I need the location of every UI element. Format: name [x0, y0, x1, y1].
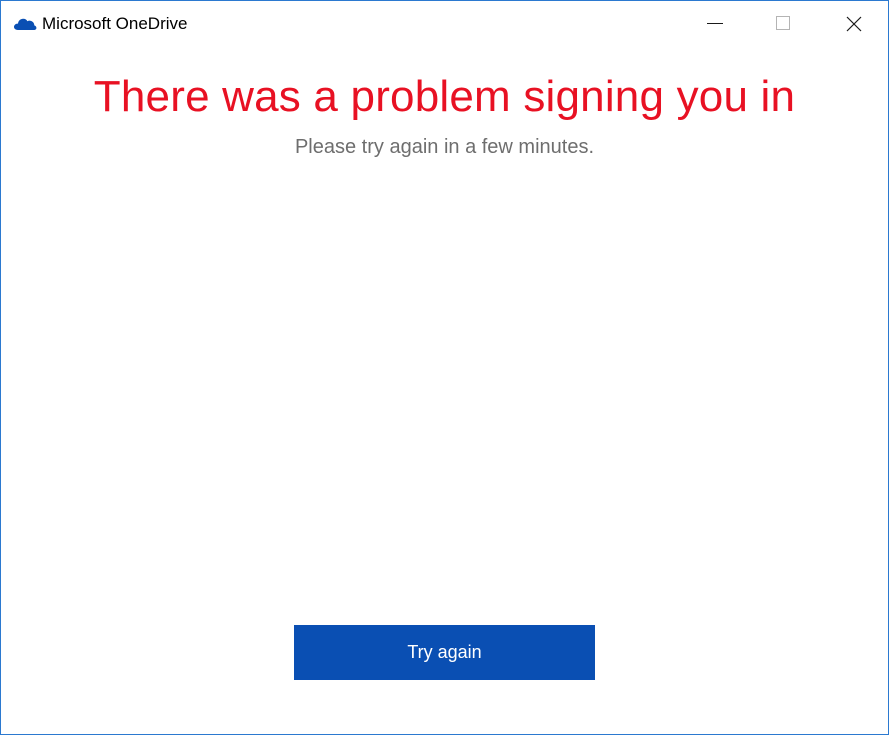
minimize-icon: [707, 23, 723, 24]
onedrive-window: Microsoft OneDrive There was a problem s…: [0, 0, 889, 735]
close-icon: [846, 16, 862, 32]
try-again-button[interactable]: Try again: [294, 625, 595, 680]
error-subtext: Please try again in a few minutes.: [294, 136, 595, 158]
maximize-button[interactable]: [749, 1, 819, 47]
error-headline: There was a problem signing you in: [93, 72, 796, 121]
onedrive-cloud-icon: [13, 15, 37, 31]
window-title: Microsoft OneDrive: [42, 14, 188, 33]
minimize-button[interactable]: [681, 1, 751, 47]
maximize-icon: [776, 16, 790, 30]
title-bar[interactable]: Microsoft OneDrive: [1, 1, 888, 47]
close-button[interactable]: [819, 1, 888, 47]
